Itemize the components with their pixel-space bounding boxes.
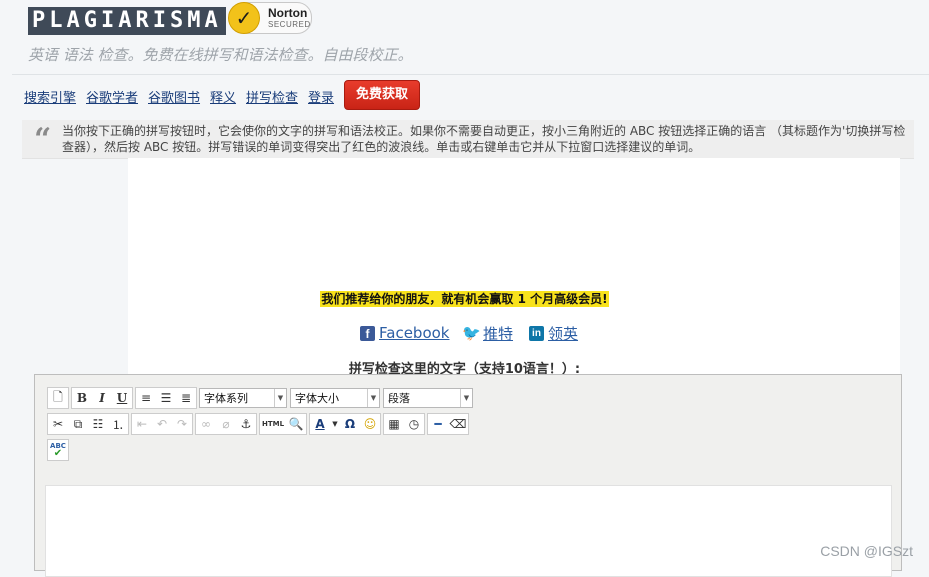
site-logo[interactable]: PLAGIARISMA <box>28 7 226 35</box>
promo-wrap: 我们推荐给你的朋友，就有机会赢取 1 个月高级会员! <box>0 288 929 307</box>
html-group: HTML 🔍 <box>259 413 307 435</box>
text-color-icon[interactable]: A <box>310 414 330 434</box>
date-group: ▦ ◷ <box>383 413 425 435</box>
norton-secured-badge: Norton SECURED ✓ <box>228 2 312 34</box>
facebook-icon: f <box>360 325 375 341</box>
nav-spell-check[interactable]: 拼写检查 <box>246 87 298 106</box>
nav-search-engine[interactable]: 搜索引擎 <box>24 87 76 106</box>
info-text: 当你按下正确的拼写按钮时，它会使你的文字的拼写和语法校正。如果你不需要自动更正，… <box>62 124 906 154</box>
nav-paraphrase[interactable]: 释义 <box>210 87 236 106</box>
emoticon-icon[interactable]: ☺ <box>360 414 380 434</box>
chevron-down-icon[interactable]: ▼ <box>330 414 340 434</box>
toolbar-row-2: ✂ ⧉ ☷ ⒈ ⇤ ↶ ↷ ∞ ⌀ ⚓ HTML 🔍 A ▼ Ω ☺ ▦ ◷ ━… <box>47 413 471 435</box>
rich-text-editor: 🗋 B I U ≡ ☰ ≣ 字体系列 ▼ 字体大小 ▼ 段落 ▼ ✂ ⧉ ☷ ⒈… <box>34 374 902 577</box>
norton-secured-text: SECURED <box>268 20 311 29</box>
link-icon[interactable]: ∞ <box>196 414 216 434</box>
paragraph-value: 段落 <box>388 392 410 405</box>
clipboard-list-group: ✂ ⧉ ☷ ⒈ <box>47 413 129 435</box>
insert-date-icon[interactable]: ▦ <box>384 414 404 434</box>
paragraph-select[interactable]: 段落 ▼ <box>383 388 473 408</box>
promo-text: 我们推荐给你的朋友，就有机会赢取 1 个月高级会员! <box>320 291 609 307</box>
twitter-icon: 🐦 <box>462 323 481 342</box>
insert-group: A ▼ Ω ☺ <box>309 413 381 435</box>
align-group: ≡ ☰ ≣ <box>135 387 197 409</box>
cut-icon[interactable]: ✂ <box>48 414 68 434</box>
free-get-button[interactable]: 免费获取 <box>344 80 420 110</box>
insert-time-icon[interactable]: ◷ <box>404 414 424 434</box>
chevron-down-icon: ▼ <box>274 389 286 407</box>
linkedin-link[interactable]: in 领英 <box>529 322 578 344</box>
outdent-icon[interactable]: ⇤ <box>132 414 152 434</box>
find-replace-icon[interactable]: 🔍 <box>286 414 306 434</box>
linkedin-icon: in <box>529 325 544 341</box>
underline-button[interactable]: U <box>112 388 132 408</box>
copy-icon[interactable]: ⧉ <box>68 414 88 434</box>
align-center-icon[interactable]: ☰ <box>156 388 176 408</box>
eraser-icon[interactable]: ⌫ <box>448 414 468 434</box>
twitter-label[interactable]: 推特 <box>483 323 513 344</box>
align-right-icon[interactable]: ≣ <box>176 388 196 408</box>
chevron-down-icon: ▼ <box>460 389 472 407</box>
anchor-icon[interactable]: ⚓ <box>236 414 256 434</box>
logo-wrap[interactable]: PLAGIARISMA <box>28 6 226 36</box>
bold-button[interactable]: B <box>72 388 92 408</box>
redo-icon[interactable]: ↷ <box>172 414 192 434</box>
unlink-icon[interactable]: ⌀ <box>216 414 236 434</box>
spellcheck-check-icon: ✔ <box>53 448 63 459</box>
chevron-down-icon: ▼ <box>367 389 379 407</box>
numbered-list-icon[interactable]: ⒈ <box>108 414 128 434</box>
html-source-button[interactable]: HTML <box>260 414 286 434</box>
quote-icon: “ <box>34 122 52 157</box>
spell-group: ABC ✔ <box>47 439 69 461</box>
font-family-select[interactable]: 字体系列 ▼ <box>199 388 287 408</box>
norton-check-icon: ✓ <box>228 2 260 34</box>
horizontal-rule-icon[interactable]: ━ <box>428 414 448 434</box>
facebook-link[interactable]: f Facebook <box>360 322 449 344</box>
facebook-label[interactable]: Facebook <box>379 324 449 342</box>
nav-google-books[interactable]: 谷歌图书 <box>148 87 200 106</box>
font-size-value: 字体大小 <box>295 392 339 405</box>
font-size-select[interactable]: 字体大小 ▼ <box>290 388 380 408</box>
spellcheck-button[interactable]: ABC ✔ <box>48 440 68 460</box>
special-char-icon[interactable]: Ω <box>340 414 360 434</box>
bullet-list-icon[interactable]: ☷ <box>88 414 108 434</box>
tagline: 英语 语法 检查。免费在线拼写和语法检查。自由段校正。 <box>28 46 413 64</box>
new-doc-group: 🗋 <box>47 387 69 409</box>
linkedin-label[interactable]: 领英 <box>548 323 578 344</box>
indent-undo-group: ⇤ ↶ ↷ <box>131 413 193 435</box>
editor-text-area[interactable] <box>45 485 892 577</box>
toolbar-row-3: ABC ✔ <box>47 439 71 461</box>
italic-button[interactable]: I <box>92 388 112 408</box>
csdn-watermark: CSDN @IGSzt <box>820 543 913 559</box>
align-left-icon[interactable]: ≡ <box>136 388 156 408</box>
misc-group: ━ ⌫ <box>427 413 469 435</box>
font-family-value: 字体系列 <box>204 392 248 405</box>
format-group: B I U <box>71 387 133 409</box>
info-box: “ 当你按下正确的拼写按钮时，它会使你的文字的拼写和语法校正。如果你不需要自动更… <box>22 120 914 159</box>
norton-brand: Norton <box>268 6 308 20</box>
top-nav: 搜索引擎 谷歌学者 谷歌图书 释义 拼写检查 登录 免费获取 <box>12 74 929 115</box>
nav-google-scholar[interactable]: 谷歌学者 <box>86 87 138 106</box>
twitter-link[interactable]: 🐦 推特 <box>462 322 513 344</box>
new-document-icon[interactable]: 🗋 <box>48 388 68 408</box>
nav-login[interactable]: 登录 <box>308 87 334 106</box>
toolbar-row-1: 🗋 B I U ≡ ☰ ≣ 字体系列 ▼ 字体大小 ▼ 段落 ▼ <box>47 387 476 409</box>
link-group: ∞ ⌀ ⚓ <box>195 413 257 435</box>
undo-icon[interactable]: ↶ <box>152 414 172 434</box>
